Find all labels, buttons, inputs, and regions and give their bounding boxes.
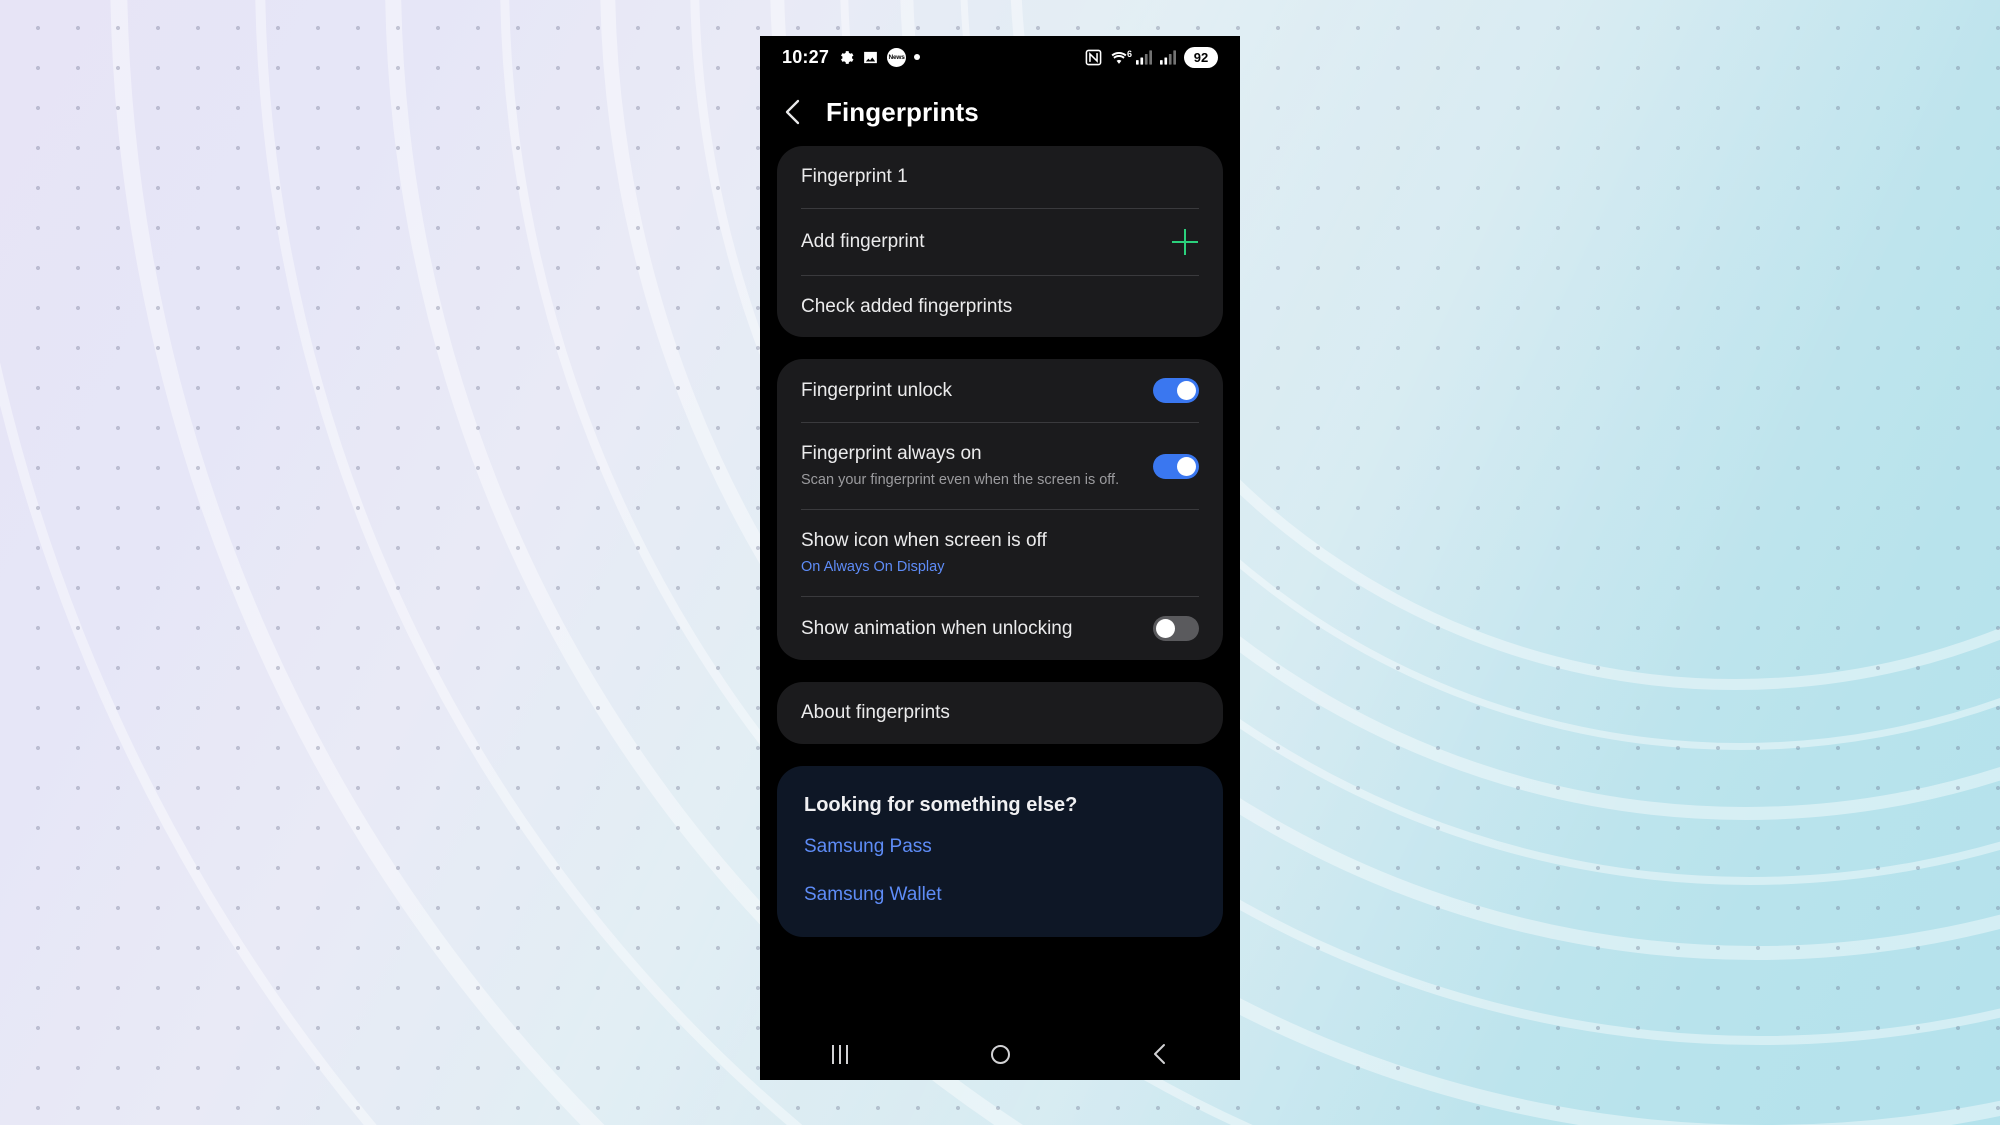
dot-indicator-icon — [914, 54, 921, 60]
back-chevron-icon[interactable] — [782, 98, 804, 126]
row-show-icon-when-screen-is-off[interactable]: Show icon when screen is off On Always O… — [777, 510, 1223, 596]
system-navigation-bar — [760, 1028, 1240, 1080]
news-icon: News — [887, 47, 907, 67]
wifi-6-icon: 6 — [1110, 49, 1132, 65]
row-title: Fingerprint unlock — [801, 379, 953, 401]
wallpaper-backdrop: 10:27 News 6 92 Fingerprints Fingerprint… — [0, 0, 2000, 1125]
status-bar: 10:27 News 6 92 — [760, 36, 1240, 78]
row-fingerprint-unlock[interactable]: Fingerprint unlock — [777, 359, 1223, 422]
fingerprint-options-card: Fingerprint unlock Fingerprint always on… — [777, 359, 1223, 661]
nfc-icon — [1085, 49, 1102, 66]
page-title: Fingerprints — [826, 96, 979, 127]
photos-icon — [862, 49, 879, 66]
status-bar-clock: 10:27 — [782, 46, 830, 67]
recents-icon[interactable] — [803, 1034, 877, 1074]
row-about-fingerprints[interactable]: About fingerprints — [777, 682, 1223, 744]
row-show-animation-when-unlocking[interactable]: Show animation when unlocking — [777, 597, 1223, 660]
promo-link-samsung-wallet[interactable]: Samsung Wallet — [777, 871, 1223, 919]
row-fingerprint-1[interactable]: Fingerprint 1 — [777, 146, 1223, 208]
fingerprint-unlock-toggle[interactable] — [1153, 378, 1199, 404]
about-fingerprints-card[interactable]: About fingerprints — [777, 682, 1223, 744]
row-add-fingerprint[interactable]: Add fingerprint — [777, 209, 1223, 275]
row-subtitle: On Always On Display — [801, 558, 945, 575]
settings-scroll-area[interactable]: Fingerprint 1 Add fingerprint Check adde… — [760, 146, 1240, 1028]
row-title: Add fingerprint — [801, 230, 925, 252]
row-subtitle: Scan your fingerprint even when the scre… — [801, 471, 1120, 488]
decorative-arc — [500, 0, 2000, 1125]
signal-bars-icon-2 — [1160, 49, 1176, 65]
fingerprints-card: Fingerprint 1 Add fingerprint Check adde… — [777, 146, 1223, 338]
status-bar-left: 10:27 News — [782, 46, 921, 68]
settings-gear-icon — [837, 49, 854, 66]
row-title: Show animation when unlocking — [801, 617, 1073, 639]
back-icon[interactable] — [1123, 1034, 1197, 1074]
show-animation-toggle[interactable] — [1153, 616, 1199, 642]
phone-screen: 10:27 News 6 92 Fingerprints Fingerprint… — [760, 36, 1240, 1080]
app-header: Fingerprints — [760, 78, 1240, 146]
promo-title: Looking for something else? — [804, 793, 1078, 816]
fingerprint-always-on-toggle[interactable] — [1153, 453, 1199, 479]
row-title: Show icon when screen is off — [801, 530, 1047, 552]
battery-indicator: 92 — [1184, 46, 1218, 68]
row-fingerprint-always-on[interactable]: Fingerprint always on Scan your fingerpr… — [777, 423, 1223, 509]
row-title: Fingerprint always on — [801, 443, 982, 465]
wifi-generation-label: 6 — [1126, 48, 1132, 59]
promo-link-samsung-pass[interactable]: Samsung Pass — [777, 823, 1223, 871]
signal-bars-icon — [1136, 49, 1152, 65]
row-title: About fingerprints — [801, 702, 950, 724]
row-title: Check added fingerprints — [801, 295, 1013, 317]
looking-for-something-else-card: Looking for something else? Samsung Pass… — [777, 765, 1223, 937]
plus-icon[interactable] — [1171, 228, 1199, 256]
status-bar-right: 6 92 — [1085, 46, 1218, 68]
row-check-added-fingerprints[interactable]: Check added fingerprints — [777, 276, 1223, 338]
home-icon[interactable] — [963, 1034, 1037, 1074]
row-title: Fingerprint 1 — [801, 166, 908, 187]
